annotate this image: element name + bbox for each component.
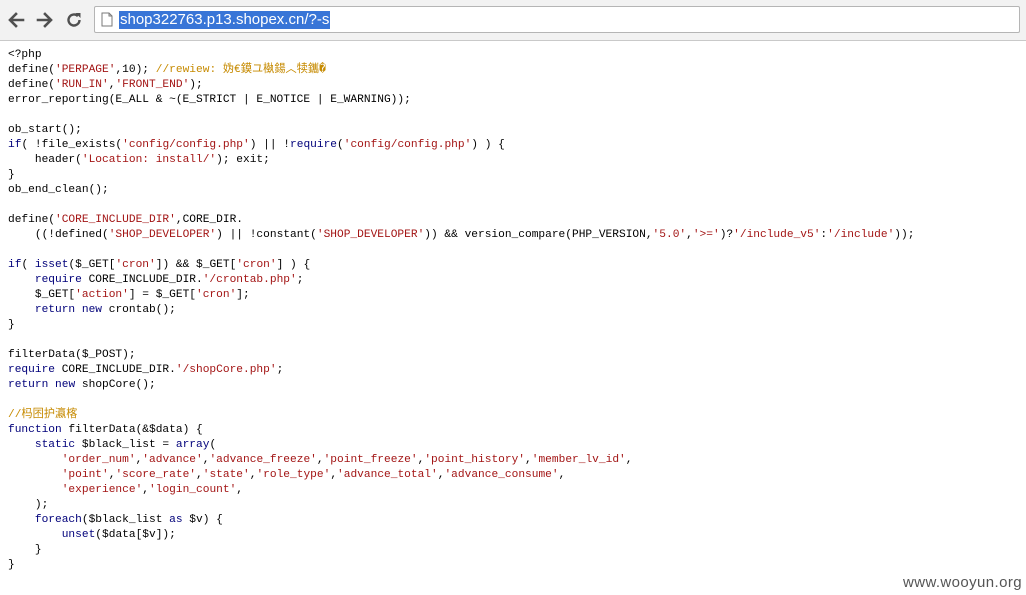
code-line: return new crontab(); (34, 304, 176, 316)
code-line: foreach($black_list as $v) { (34, 514, 223, 526)
code-line: ​ (8, 198, 914, 213)
browser-toolbar: shop322763.p13.shopex.cn/?-s (0, 0, 1026, 41)
address-bar[interactable]: shop322763.p13.shopex.cn/?-s (94, 6, 1020, 33)
code-line: } (8, 319, 15, 331)
code-line: unset($data[$v]); (61, 529, 176, 541)
code-line: ); (8, 499, 49, 511)
code-line: if( !file_exists('config/config.php') ||… (8, 139, 505, 151)
code-line: header('Location: install/'); exit; (8, 154, 270, 166)
code-line: return new shopCore(); (8, 379, 156, 391)
code-line: ​ (8, 393, 914, 408)
code-line: static $black_list = array( (34, 439, 217, 451)
code-line: define('RUN_IN','FRONT_END'); (8, 79, 203, 91)
code-line: ​ (8, 108, 914, 123)
code-line: } (8, 169, 15, 181)
php-source-code: <?php define('PERPAGE',10); //rewiew: 妫€鏌… (8, 48, 914, 573)
code-line: if( isset($_GET['cron']) && $_GET['cron'… (8, 259, 311, 271)
url-text[interactable]: shop322763.p13.shopex.cn/?-s (119, 11, 331, 29)
code-line: <?php (8, 49, 42, 61)
code-line: $_GET['action'] = $_GET['cron']; (8, 289, 250, 301)
back-button[interactable] (4, 8, 28, 32)
code-line: 'order_num','advance','advance_freeze','… (61, 454, 633, 466)
code-line: 'experience','login_count', (61, 484, 244, 496)
reload-icon (67, 13, 81, 27)
code-line: //杩囨护瀛楁 (8, 409, 78, 421)
page-icon (101, 12, 113, 27)
code-line: require CORE_INCLUDE_DIR.'/crontab.php'; (34, 274, 304, 286)
code-line: 'point','score_rate','state','role_type'… (61, 469, 566, 481)
code-line: ob_end_clean(); (8, 184, 109, 196)
code-line: filterData($_POST); (8, 349, 136, 361)
code-line: function filterData(&$data) { (8, 424, 203, 436)
forward-arrow-icon (36, 12, 53, 28)
code-line: } (8, 559, 15, 571)
code-line: ((!defined('SHOP_DEVELOPER') || !constan… (8, 229, 915, 241)
code-line: require CORE_INCLUDE_DIR.'/shopCore.php'… (8, 364, 284, 376)
forward-button[interactable] (33, 8, 57, 32)
reload-button[interactable] (62, 8, 86, 32)
watermark: www.wooyun.org (903, 574, 1022, 591)
code-line: error_reporting(E_ALL & ~(E_STRICT | E_N… (8, 94, 411, 106)
code-line: define('PERPAGE',10); //rewiew: 妫€鏌ユ槸鍚︿犊… (8, 64, 326, 76)
code-line: ob_start(); (8, 124, 82, 136)
code-line: define('CORE_INCLUDE_DIR',CORE_DIR. (8, 214, 243, 226)
code-line: ​ (8, 333, 914, 348)
back-arrow-icon (8, 12, 25, 28)
code-line: } (8, 544, 42, 556)
code-line: ​ (8, 243, 914, 258)
